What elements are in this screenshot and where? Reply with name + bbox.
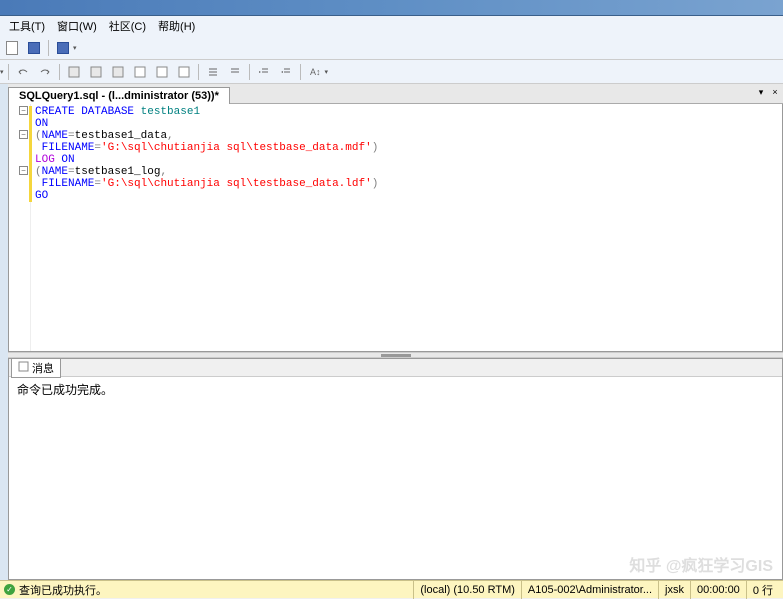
- save-all-button[interactable]: [53, 39, 73, 57]
- display-plan-button[interactable]: [64, 63, 84, 81]
- tab-controls: ▾ ×: [755, 86, 781, 98]
- messages-tab-label: 消息: [32, 360, 54, 376]
- results-body[interactable]: 命令已成功完成。: [9, 377, 782, 579]
- menu-community[interactable]: 社区(C): [103, 16, 152, 36]
- results-panel: 消息 命令已成功完成。: [8, 358, 783, 580]
- toolbar-separator: [300, 64, 301, 80]
- outdent-button[interactable]: [276, 63, 296, 81]
- tab-dropdown-icon[interactable]: ▾: [755, 86, 767, 98]
- results-to-text-button[interactable]: [130, 63, 150, 81]
- status-rows: 0 行: [746, 581, 779, 599]
- status-left: ✓ 查询已成功执行。: [4, 582, 107, 598]
- redo-button[interactable]: [35, 63, 55, 81]
- status-time: 00:00:00: [690, 581, 746, 599]
- code-line[interactable]: LOG ON: [35, 154, 782, 166]
- menu-help[interactable]: 帮助(H): [152, 16, 201, 36]
- messages-tab[interactable]: 消息: [11, 358, 61, 378]
- statusbar: ✓ 查询已成功执行。 (local) (10.50 RTM) A105-002\…: [0, 580, 783, 598]
- code-content[interactable]: CREATE DATABASE testbase1 ON (NAME=testb…: [9, 104, 782, 204]
- document-tab[interactable]: SQLQuery1.sql - (l...dministrator (53))*: [8, 87, 230, 104]
- code-line[interactable]: ON: [35, 118, 782, 130]
- new-file-button[interactable]: [2, 39, 22, 57]
- window-titlebar: [0, 0, 783, 16]
- results-tabbar: 消息: [9, 359, 782, 377]
- save-button[interactable]: [24, 39, 44, 57]
- indent-button[interactable]: [254, 63, 274, 81]
- client-stats-button[interactable]: [108, 63, 128, 81]
- success-check-icon: ✓: [4, 584, 15, 595]
- status-exec-text: 查询已成功执行。: [19, 582, 107, 598]
- splitter-grip-icon: [381, 354, 411, 357]
- dropdown-icon[interactable]: ▾: [0, 68, 4, 76]
- menu-tools[interactable]: 工具(T): [3, 16, 51, 36]
- document-tabbar: SQLQuery1.sql - (l...dministrator (53))*…: [8, 84, 783, 104]
- results-to-file-button[interactable]: [174, 63, 194, 81]
- status-right: (local) (10.50 RTM) A105-002\Administrat…: [413, 581, 779, 599]
- sql-editor[interactable]: − − − CREATE DATABASE testbase1 ON (NAME…: [8, 104, 783, 352]
- toolbar-separator: [59, 64, 60, 80]
- include-plan-button[interactable]: [86, 63, 106, 81]
- menu-window[interactable]: 窗口(W): [51, 16, 103, 36]
- code-line[interactable]: FILENAME='G:\sql\chutianjia sql\testbase…: [35, 178, 782, 190]
- menubar: 工具(T) 窗口(W) 社区(C) 帮助(H): [0, 16, 783, 36]
- status-database: jxsk: [658, 581, 690, 599]
- code-line[interactable]: (NAME=testbase1_data,: [35, 130, 782, 142]
- dropdown-icon[interactable]: ▾: [325, 68, 329, 76]
- message-icon: [18, 361, 29, 375]
- undo-button[interactable]: [13, 63, 33, 81]
- status-server: (local) (10.50 RTM): [413, 581, 521, 599]
- toolbar-separator: [8, 64, 9, 80]
- code-line[interactable]: FILENAME='G:\sql\chutianjia sql\testbase…: [35, 142, 782, 154]
- toolbar-main: ▾: [0, 36, 783, 60]
- result-message: 命令已成功完成。: [17, 383, 113, 397]
- content-area: SQLQuery1.sql - (l...dministrator (53))*…: [8, 84, 783, 580]
- specify-template-button[interactable]: A↕: [305, 63, 325, 81]
- status-user: A105-002\Administrator...: [521, 581, 658, 599]
- code-line[interactable]: CREATE DATABASE testbase1: [35, 106, 782, 118]
- results-to-grid-button[interactable]: [152, 63, 172, 81]
- left-gutter: [0, 84, 8, 580]
- toolbar-sql: ▾ A↕ ▾: [0, 60, 783, 84]
- dropdown-arrow-icon[interactable]: ▾: [73, 44, 77, 52]
- comment-button[interactable]: [203, 63, 223, 81]
- toolbar-separator: [48, 40, 49, 56]
- main-area: SQLQuery1.sql - (l...dministrator (53))*…: [0, 84, 783, 580]
- toolbar-separator: [249, 64, 250, 80]
- tab-close-icon[interactable]: ×: [769, 86, 781, 98]
- svg-text:A↕: A↕: [310, 67, 321, 77]
- code-line[interactable]: (NAME=tsetbase1_log,: [35, 166, 782, 178]
- uncomment-button[interactable]: [225, 63, 245, 81]
- toolbar-separator: [198, 64, 199, 80]
- code-line[interactable]: GO: [35, 190, 782, 202]
